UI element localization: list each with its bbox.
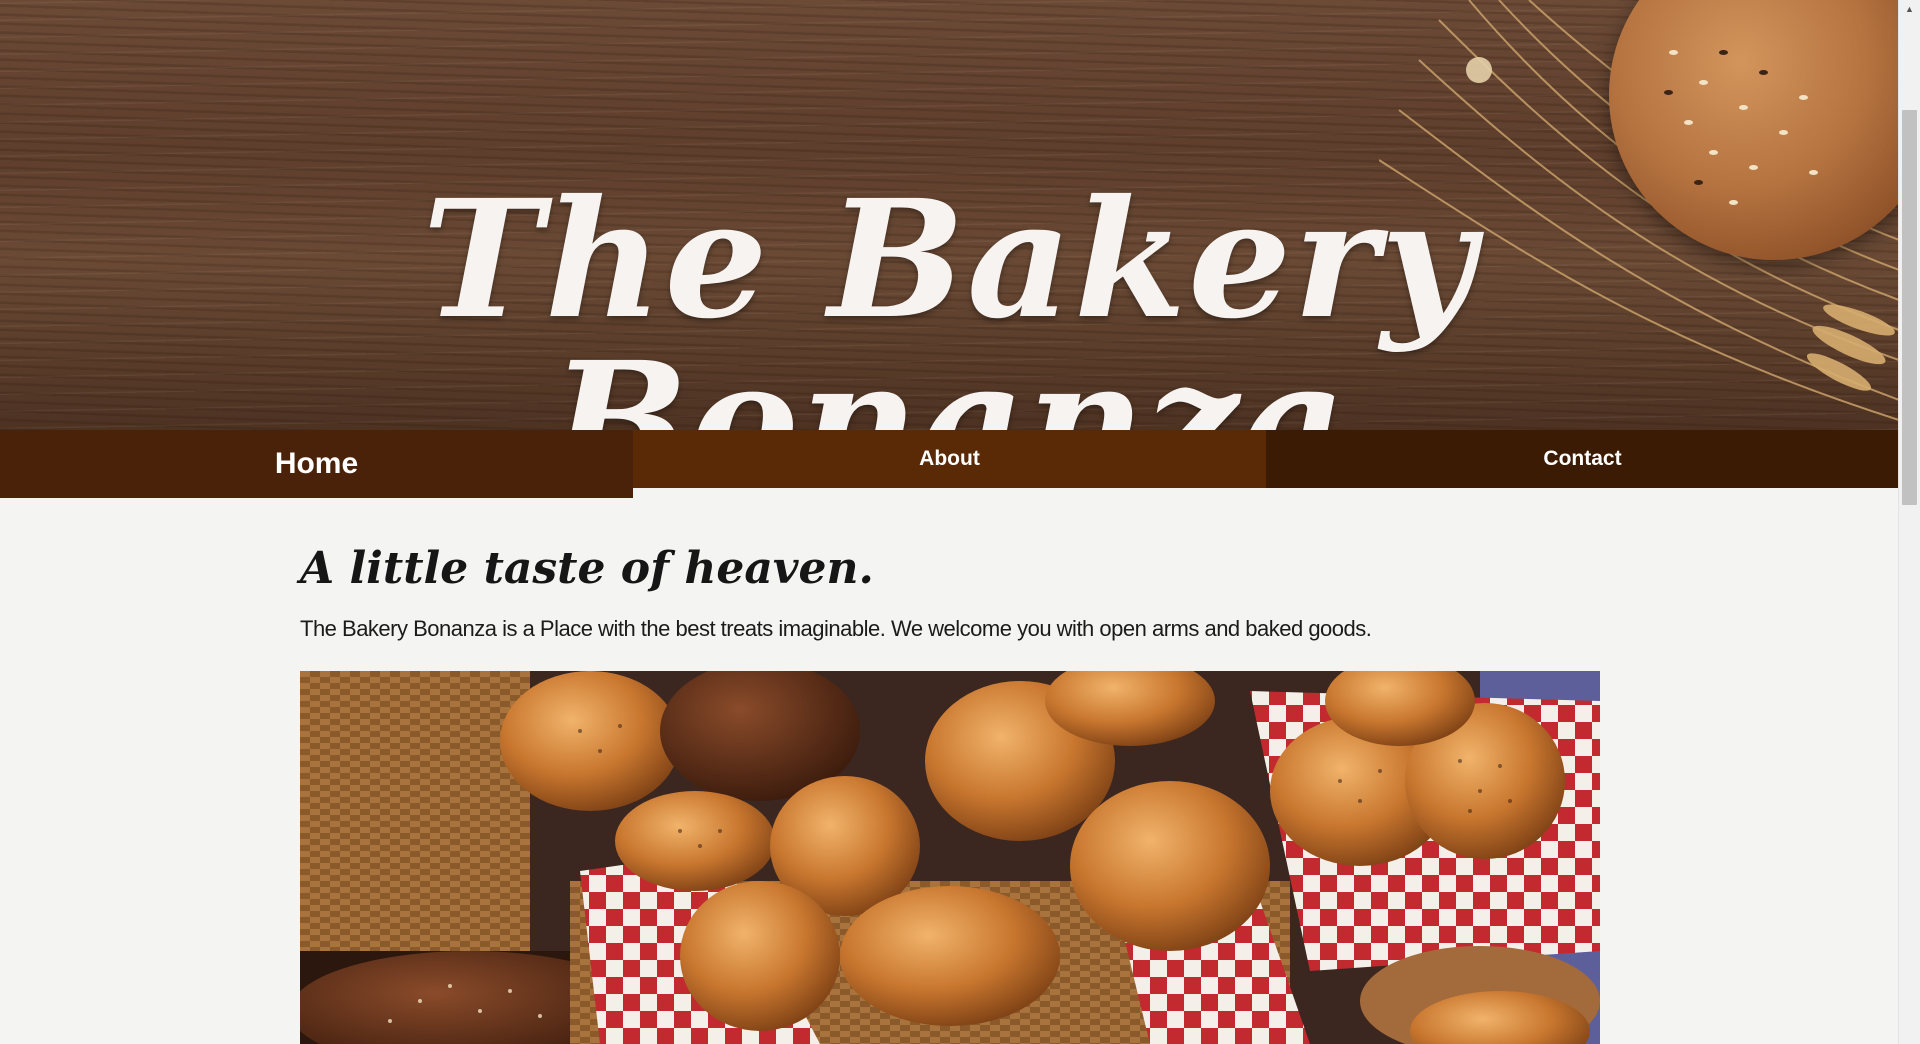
nav-contact[interactable]: Contact <box>1266 430 1899 488</box>
nav-about[interactable]: About <box>633 430 1266 488</box>
bread-basket-image <box>300 671 1600 1044</box>
tagline-heading: A little taste of heaven. <box>300 543 874 594</box>
scrollbar-thumb[interactable] <box>1902 110 1917 505</box>
main-nav: Home About Contact <box>0 430 1899 498</box>
header-banner: The Bakery Bonanza <box>0 0 1899 430</box>
triangle-up-icon[interactable]: ▲ <box>1899 0 1920 17</box>
site-title: The Bakery Bonanza <box>422 164 1477 430</box>
bread-basket-illustration <box>300 671 1600 1044</box>
main-content: A little taste of heaven. The Bakery Bon… <box>300 498 1600 642</box>
nav-home[interactable]: Home <box>0 430 633 498</box>
intro-paragraph: The Bakery Bonanza is a Place with the b… <box>300 616 1372 641</box>
page: The Bakery Bonanza Home About Contact A … <box>0 0 1920 1044</box>
page-scrollbar[interactable]: ▲ <box>1898 0 1920 1044</box>
